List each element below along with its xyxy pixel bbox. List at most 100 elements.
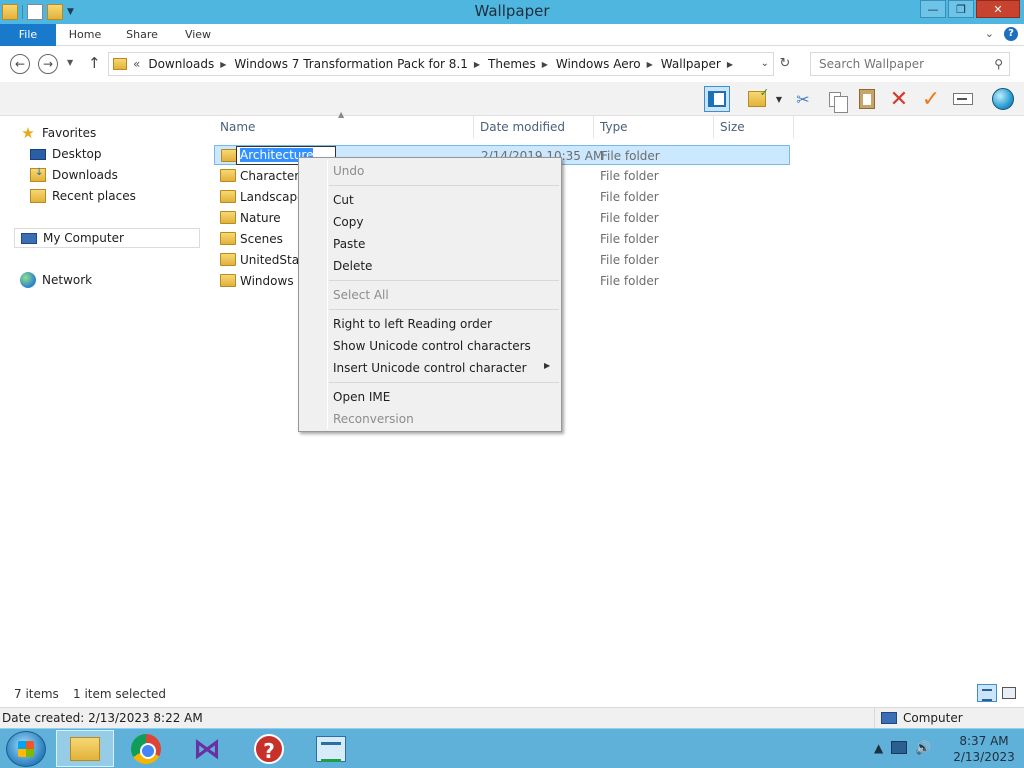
details-view-icon[interactable] bbox=[977, 684, 997, 702]
recent-locations-dropdown-icon[interactable]: ▼ bbox=[67, 58, 73, 67]
forward-button[interactable]: → bbox=[38, 54, 58, 74]
tab-share[interactable]: Share bbox=[120, 24, 164, 46]
row-name: Windows bbox=[240, 274, 294, 288]
copy-button[interactable] bbox=[822, 86, 848, 113]
location-zone: Computer bbox=[874, 708, 1014, 728]
menu-item-insert-unicode[interactable]: Insert Unicode control character bbox=[333, 361, 527, 379]
row-name: Characters bbox=[240, 169, 306, 183]
date-created: Date created: 2/13/2023 8:22 AM bbox=[2, 711, 203, 725]
maximize-button[interactable]: ❐ bbox=[948, 0, 974, 18]
layout-pane-icon bbox=[708, 91, 726, 107]
address-dropdown-icon[interactable]: ⌄ bbox=[761, 58, 769, 69]
nav-network-label: Network bbox=[42, 273, 93, 287]
network-status-icon[interactable] bbox=[891, 741, 908, 754]
menu-item-open-ime[interactable]: Open IME bbox=[333, 390, 390, 408]
close-button[interactable]: ✕ bbox=[976, 0, 1020, 18]
arrow-left-icon: ← bbox=[14, 57, 26, 71]
tab-file[interactable]: File bbox=[0, 24, 56, 46]
column-header-type[interactable]: Type bbox=[594, 116, 714, 138]
help-icon[interactable]: ? bbox=[1004, 27, 1018, 41]
search-box[interactable]: ⚲ bbox=[810, 52, 1010, 76]
up-arrow-icon[interactable]: ↑ bbox=[88, 54, 101, 72]
breadcrumb-transformation-pack[interactable]: Windows 7 Transformation Pack for 8.1 bbox=[234, 57, 467, 71]
menu-item-show-unicode[interactable]: Show Unicode control characters bbox=[333, 339, 531, 357]
menu-item-copy[interactable]: Copy bbox=[333, 215, 363, 233]
file-explorer-icon bbox=[70, 736, 100, 761]
visual-studio-icon: ⋈ bbox=[193, 731, 221, 765]
row-type: File folder bbox=[600, 211, 659, 225]
folder-icon bbox=[220, 232, 236, 245]
globe-button[interactable] bbox=[990, 86, 1016, 112]
volume-icon[interactable]: 🔊 bbox=[915, 741, 931, 756]
nav-downloads[interactable]: Downloads bbox=[30, 165, 118, 185]
search-input[interactable] bbox=[819, 57, 979, 71]
network-icon bbox=[20, 272, 36, 288]
menu-item-reconversion[interactable]: Reconversion bbox=[333, 412, 414, 430]
menu-item-rtl-reading-order[interactable]: Right to left Reading order bbox=[333, 317, 492, 335]
large-icons-view-icon[interactable] bbox=[999, 684, 1019, 702]
menu-item-undo[interactable]: Undo bbox=[333, 164, 364, 182]
control-panel-icon bbox=[316, 735, 346, 762]
cut-icon[interactable]: ✂ bbox=[790, 86, 816, 112]
folders-button[interactable] bbox=[744, 86, 770, 112]
breadcrumb-wallpaper[interactable]: Wallpaper bbox=[661, 57, 721, 71]
rename-button[interactable] bbox=[950, 86, 976, 112]
paste-button[interactable] bbox=[854, 86, 880, 112]
context-menu: Undo Cut Copy Paste Delete Select All Ri… bbox=[298, 157, 562, 432]
breadcrumb-arrow-icon[interactable]: ▶ bbox=[474, 60, 480, 69]
taskbar-chrome[interactable] bbox=[117, 730, 175, 767]
breadcrumb-arrow-icon[interactable]: ▶ bbox=[647, 60, 653, 69]
delete-icon[interactable]: ✕ bbox=[886, 86, 912, 112]
minimize-button[interactable]: — bbox=[920, 0, 946, 18]
tray-overflow-icon[interactable]: ▲ bbox=[874, 741, 883, 756]
location-label: Computer bbox=[903, 711, 963, 725]
breadcrumb-downloads[interactable]: Downloads bbox=[148, 57, 214, 71]
menu-item-select-all[interactable]: Select All bbox=[333, 288, 389, 306]
taskbar-file-explorer[interactable] bbox=[56, 730, 114, 767]
row-type: File folder bbox=[600, 169, 659, 183]
navigation-bar: ← → ▼ ↑ « Downloads ▶ Windows 7 Transfor… bbox=[0, 48, 1024, 82]
nav-my-computer[interactable]: My Computer bbox=[14, 228, 200, 248]
nav-desktop[interactable]: Desktop bbox=[30, 144, 102, 164]
arrow-right-icon: → bbox=[42, 57, 54, 71]
address-bar[interactable]: « Downloads ▶ Windows 7 Transformation P… bbox=[108, 52, 774, 76]
folders-dropdown-icon[interactable]: ▼ bbox=[772, 86, 786, 112]
layout-button[interactable] bbox=[704, 86, 730, 112]
menu-item-paste[interactable]: Paste bbox=[333, 237, 365, 255]
breadcrumb-arrow-icon[interactable]: ▶ bbox=[727, 60, 733, 69]
menu-item-delete[interactable]: Delete bbox=[333, 259, 372, 277]
row-name: Nature bbox=[240, 211, 281, 225]
tab-view[interactable]: View bbox=[178, 24, 218, 46]
tab-home[interactable]: Home bbox=[64, 24, 106, 46]
column-header-name[interactable]: Name bbox=[214, 116, 474, 138]
status-bar: 7 items 1 item selected bbox=[0, 683, 1024, 705]
taskbar-help[interactable]: ? bbox=[240, 730, 298, 767]
clock[interactable]: 8:37 AM 2/13/2023 bbox=[948, 733, 1020, 765]
search-icon[interactable]: ⚲ bbox=[994, 57, 1003, 71]
nav-favorites[interactable]: ★ Favorites bbox=[20, 123, 96, 143]
breadcrumb-themes[interactable]: Themes bbox=[488, 57, 536, 71]
nav-recent-places[interactable]: Recent places bbox=[30, 186, 136, 206]
ribbon-expand-icon[interactable]: ⌄ bbox=[985, 27, 994, 41]
title-bar: ▼ Wallpaper — ❐ ✕ bbox=[0, 0, 1024, 24]
folder-icon bbox=[220, 253, 236, 266]
clipboard-icon bbox=[859, 89, 875, 109]
refresh-icon[interactable]: ↻ bbox=[776, 56, 794, 74]
clock-date: 2/13/2023 bbox=[953, 750, 1015, 764]
breadcrumb-windows-aero[interactable]: Windows Aero bbox=[556, 57, 641, 71]
column-header-size[interactable]: Size bbox=[714, 116, 794, 138]
taskbar-visual-studio[interactable]: ⋈ bbox=[178, 730, 236, 767]
breadcrumb-arrow-icon[interactable]: ▶ bbox=[220, 60, 226, 69]
nav-network[interactable]: Network bbox=[20, 270, 92, 290]
start-button[interactable] bbox=[6, 731, 46, 767]
desktop-icon bbox=[30, 148, 46, 160]
breadcrumb-overflow[interactable]: « bbox=[133, 57, 140, 71]
column-header-date-modified[interactable]: Date modified bbox=[474, 116, 594, 138]
breadcrumb-arrow-icon[interactable]: ▶ bbox=[542, 60, 548, 69]
row-type: File folder bbox=[601, 149, 660, 163]
taskbar-control-panel[interactable] bbox=[302, 730, 360, 767]
checkmark-icon[interactable]: ✓ bbox=[918, 86, 944, 112]
menu-item-cut[interactable]: Cut bbox=[333, 193, 354, 211]
back-button[interactable]: ← bbox=[10, 54, 30, 74]
row-type: File folder bbox=[600, 190, 659, 204]
